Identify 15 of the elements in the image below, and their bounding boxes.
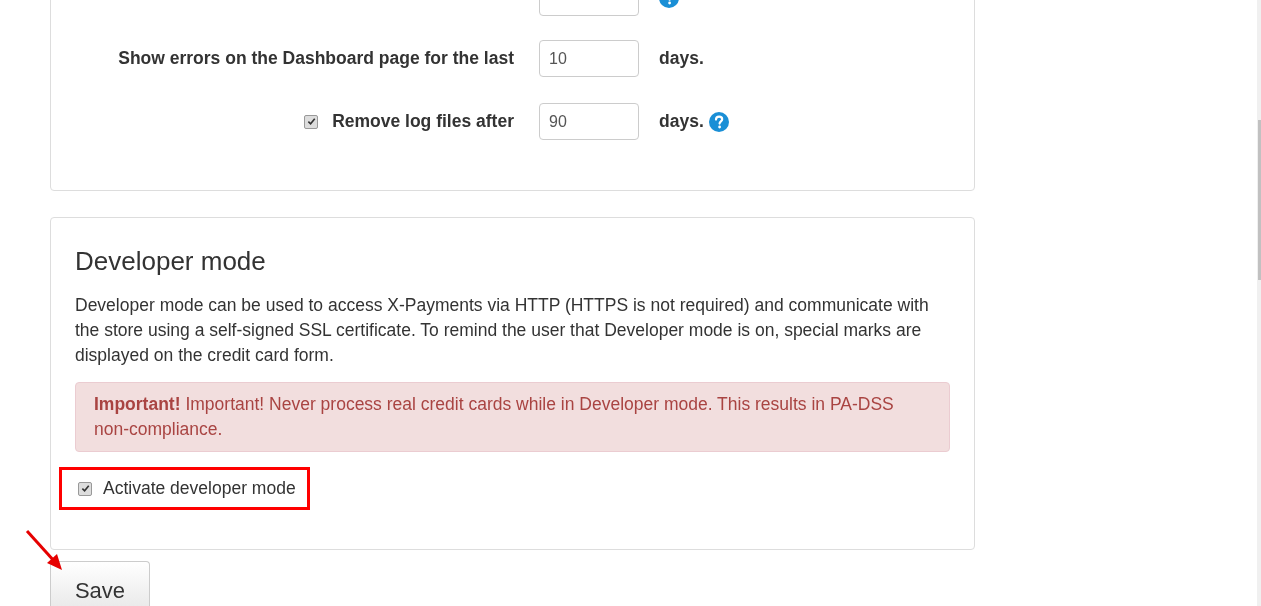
save-button[interactable]: Save [50,561,150,606]
checkbox[interactable] [304,114,319,129]
field-label: Show errors on the Dashboard page for the last [118,48,514,69]
number-field[interactable]: 90 [539,103,639,140]
warning-alert: Important! Important! Never process real credit cards while in Developer mode. This results in PA-DSS non-compliance. [75,382,950,452]
number-field[interactable]: 10 [539,40,639,77]
section-title: Developer mode [75,246,267,276]
scrollbar[interactable] [1257,0,1261,606]
description-text: Developer mode can be used to access X-Payments via HTTP (HTTPS is not required) and communicate with the store using a self-signed SSL certificate. To remind the user that Developer mode is on, special marks are displayed on the credit card form. [75,294,930,367]
field-label: Remove log files after [332,111,514,132]
unit-label: days. [659,111,704,132]
help-icon[interactable] [708,111,729,132]
checkbox[interactable] [78,481,92,496]
unit-label: days. [659,48,704,69]
checkbox-label: Activate developer mode [103,478,296,499]
